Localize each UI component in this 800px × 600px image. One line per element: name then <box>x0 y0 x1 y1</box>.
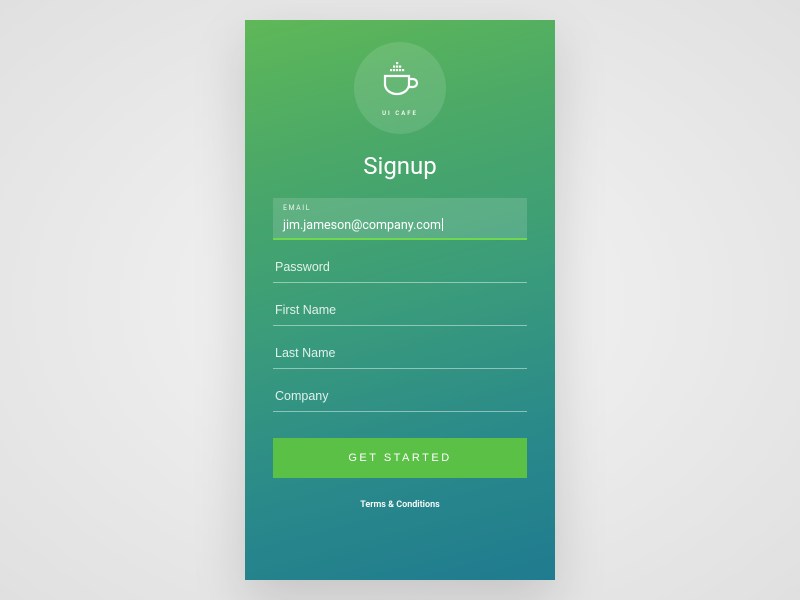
email-label: EMAIL <box>283 204 517 212</box>
coffee-cup-icon <box>378 60 422 104</box>
email-field[interactable]: EMAIL jim.jameson@company.com <box>273 198 527 240</box>
email-value: jim.jameson@company.com <box>283 218 441 233</box>
text-cursor <box>442 218 443 231</box>
first-name-field[interactable] <box>273 293 527 326</box>
brand-name: UI CAFÉ <box>382 110 418 117</box>
brand-logo: UI CAFÉ <box>354 42 446 134</box>
signup-screen: UI CAFÉ Signup EMAIL jim.jameson@company… <box>245 20 555 580</box>
company-field[interactable] <box>273 379 527 412</box>
get-started-button[interactable]: GET STARTED <box>273 438 527 478</box>
password-field[interactable] <box>273 250 527 283</box>
signup-form: EMAIL jim.jameson@company.com <box>273 198 527 422</box>
terms-link[interactable]: Terms & Conditions <box>360 500 440 510</box>
page-title: Signup <box>363 152 437 180</box>
last-name-field[interactable] <box>273 336 527 369</box>
